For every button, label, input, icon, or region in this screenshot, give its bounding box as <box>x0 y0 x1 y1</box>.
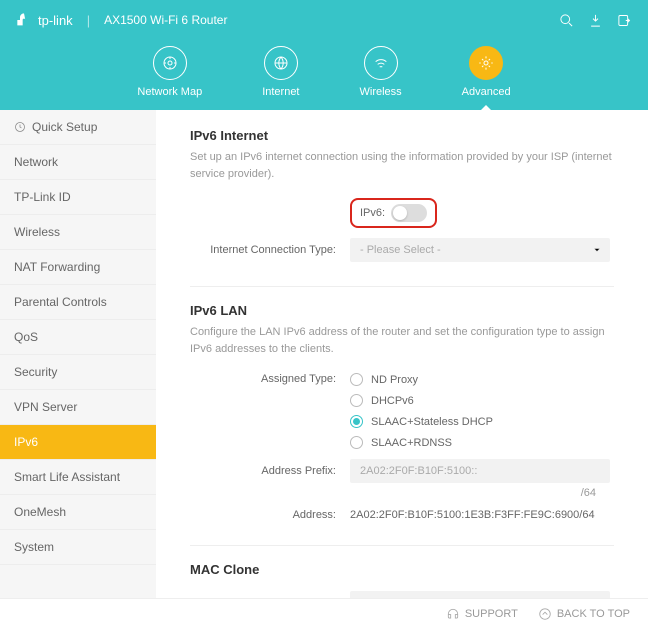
section-title: IPv6 LAN <box>190 303 614 318</box>
mac-select[interactable]: Use Default MAC Address <box>350 591 610 598</box>
prefix-input[interactable]: 2A02:2F0F:B10F:5100:: <box>350 459 610 483</box>
sidebar-item-vpn-server[interactable]: VPN Server <box>0 390 156 425</box>
sidebar-item-quick-setup[interactable]: Quick Setup <box>0 110 156 145</box>
section-title: MAC Clone <box>190 562 614 577</box>
chevron-down-icon <box>592 245 602 255</box>
footer: SUPPORT BACK TO TOP <box>0 598 648 628</box>
address-label: Address: <box>190 509 350 521</box>
prefix-suffix: /64 <box>581 487 596 499</box>
radio-dhcpv6[interactable]: DHCPv6 <box>350 394 493 407</box>
prefix-label: Address Prefix: <box>190 465 350 477</box>
ipv6-toggle[interactable] <box>391 204 427 222</box>
brand-name: tp-link <box>38 13 73 28</box>
main-tabs: Network Map Internet Wireless Advanced <box>0 40 648 98</box>
section-title: IPv6 Internet <box>190 128 614 143</box>
sidebar-item-nat-forwarding[interactable]: NAT Forwarding <box>0 250 156 285</box>
sidebar-item-ipv6[interactable]: IPv6 <box>0 425 156 460</box>
radio-nd-proxy[interactable]: ND Proxy <box>350 373 493 386</box>
support-button[interactable]: SUPPORT <box>446 607 518 621</box>
assigned-type-radios: ND Proxy DHCPv6 SLAAC+Stateless DHCP SLAAC+… <box>350 373 493 449</box>
conn-type-select[interactable]: - Please Select - <box>350 238 610 262</box>
sidebar-item-qos[interactable]: QoS <box>0 320 156 355</box>
section-desc: Set up an IPv6 internet connection using… <box>190 149 614 182</box>
sidebar-item-system[interactable]: System <box>0 530 156 565</box>
sidebar-item-tp-link-id[interactable]: TP-Link ID <box>0 180 156 215</box>
headset-icon <box>446 607 460 621</box>
ipv6-toggle-highlight: IPv6: <box>350 198 437 228</box>
sidebar-item-onemesh[interactable]: OneMesh <box>0 495 156 530</box>
tab-network-map[interactable]: Network Map <box>137 46 202 98</box>
content-panel: IPv6 Internet Set up an IPv6 internet co… <box>156 110 648 598</box>
sidebar-item-wireless[interactable]: Wireless <box>0 215 156 250</box>
tab-wireless[interactable]: Wireless <box>360 46 402 98</box>
radio-slaac-rdnss[interactable]: SLAAC+RDNSS <box>350 436 493 449</box>
tab-advanced[interactable]: Advanced <box>462 46 511 98</box>
assigned-type-label: Assigned Type: <box>190 373 350 385</box>
search-icon[interactable] <box>559 13 574 28</box>
section-desc: Configure the LAN IPv6 address of the ro… <box>190 324 614 357</box>
sidebar-item-parental-controls[interactable]: Parental Controls <box>0 285 156 320</box>
logo: tp-link | AX1500 Wi-Fi 6 Router <box>16 12 227 28</box>
ipv6-toggle-label: IPv6: <box>360 207 385 219</box>
sidebar-item-smart-life-assistant[interactable]: Smart Life Assistant <box>0 460 156 495</box>
model-name: AX1500 Wi-Fi 6 Router <box>104 13 227 27</box>
section-ipv6-internet: IPv6 Internet Set up an IPv6 internet co… <box>190 128 614 262</box>
sidebar-item-network[interactable]: Network <box>0 145 156 180</box>
led-icon[interactable] <box>588 13 603 28</box>
tplink-logo-icon <box>16 12 32 28</box>
arrow-up-icon <box>538 607 552 621</box>
logout-icon[interactable] <box>617 13 632 28</box>
back-to-top-button[interactable]: BACK TO TOP <box>538 607 630 621</box>
section-mac-clone: MAC Clone Router MAC Address: Use Defaul… <box>190 562 614 598</box>
clock-icon <box>14 121 26 133</box>
conn-type-label: Internet Connection Type: <box>190 244 350 256</box>
sidebar-item-security[interactable]: Security <box>0 355 156 390</box>
address-value: 2A02:2F0F:B10F:5100:1E3B:F3FF:FE9C:6900/… <box>350 509 595 521</box>
radio-slaac-stateless-dhcp[interactable]: SLAAC+Stateless DHCP <box>350 415 493 428</box>
sidebar: Quick SetupNetworkTP-Link IDWirelessNAT … <box>0 110 156 598</box>
topbar: tp-link | AX1500 Wi-Fi 6 Router <box>0 0 648 40</box>
tab-internet[interactable]: Internet <box>262 46 299 98</box>
section-ipv6-lan: IPv6 LAN Configure the LAN IPv6 address … <box>190 303 614 521</box>
